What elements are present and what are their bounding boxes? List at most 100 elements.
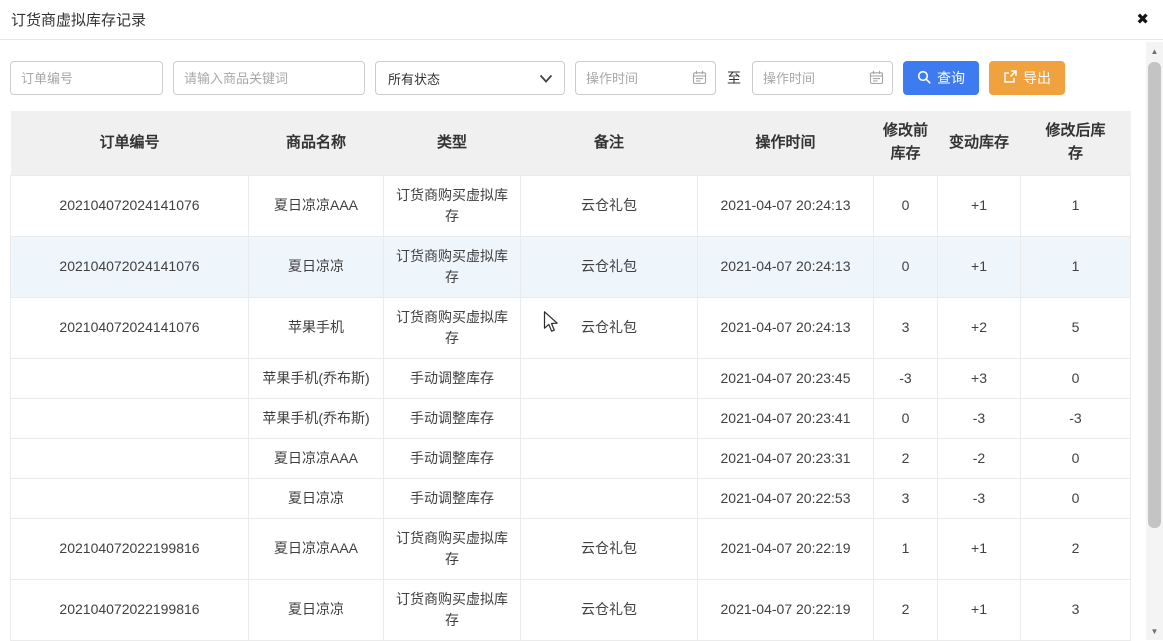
time-to-input[interactable]	[752, 61, 893, 95]
cell-type: 订货商购买虚拟库存	[384, 518, 521, 579]
cell-stock-change: +1	[938, 518, 1021, 579]
keyword-input[interactable]	[173, 61, 365, 95]
cell-product-name: 夏日凉凉	[249, 236, 384, 297]
cell-op-time: 2021-04-07 20:23:41	[698, 398, 874, 438]
header-op-time: 操作时间	[698, 111, 874, 175]
cell-stock-before: 3	[874, 478, 938, 518]
scrollbar-thumb[interactable]	[1148, 62, 1161, 528]
cell-remark: 云仓礼包	[521, 297, 698, 358]
export-button-label: 导出	[1023, 68, 1051, 88]
cell-stock-before: 2	[874, 438, 938, 478]
cell-op-time: 2021-04-07 20:23:31	[698, 438, 874, 478]
cell-stock-change: +3	[938, 358, 1021, 398]
cell-op-time: 2021-04-07 20:24:13	[698, 297, 874, 358]
order-no-input[interactable]	[10, 61, 163, 95]
search-icon	[917, 70, 931, 87]
cell-order-no	[11, 358, 249, 398]
cell-order-no: 202104072022199816	[11, 579, 249, 640]
cell-stock-after: 5	[1021, 297, 1131, 358]
header-stock-after: 修改后库存	[1021, 111, 1131, 175]
records-table: 订单编号 商品名称 类型 备注 操作时间 修改前库存 变动库存 修改后库存 20…	[10, 111, 1131, 641]
header-stock-change: 变动库存	[938, 111, 1021, 175]
dialog-titlebar: 订货商虚拟库存记录 ✖	[0, 0, 1163, 40]
cell-op-time: 2021-04-07 20:24:13	[698, 175, 874, 236]
cell-stock-change: +2	[938, 297, 1021, 358]
cell-remark: 云仓礼包	[521, 579, 698, 640]
header-order-no: 订单编号	[11, 111, 249, 175]
cell-remark: 云仓礼包	[521, 236, 698, 297]
cell-op-time: 2021-04-07 20:22:19	[698, 518, 874, 579]
export-button[interactable]: 导出	[989, 61, 1065, 95]
cell-stock-before: 3	[874, 297, 938, 358]
scroll-up-icon[interactable]: ▲	[1146, 43, 1163, 59]
cell-order-no: 202104072022199816	[11, 518, 249, 579]
cell-stock-after: 0	[1021, 358, 1131, 398]
cell-product-name: 苹果手机	[249, 297, 384, 358]
table-row: 202104072024141076苹果手机订货商购买虚拟库存云仓礼包2021-…	[11, 297, 1131, 358]
cell-stock-after: 1	[1021, 236, 1131, 297]
cell-op-time: 2021-04-07 20:24:13	[698, 236, 874, 297]
cell-product-name: 夏日凉凉	[249, 579, 384, 640]
cell-order-no: 202104072024141076	[11, 236, 249, 297]
cell-stock-after: 0	[1021, 478, 1131, 518]
scroll-down-icon[interactable]: ▼	[1146, 623, 1163, 639]
cell-stock-before: -3	[874, 358, 938, 398]
cell-remark	[521, 478, 698, 518]
records-table-wrap: 订单编号 商品名称 类型 备注 操作时间 修改前库存 变动库存 修改后库存 20…	[10, 111, 1153, 641]
cell-op-time: 2021-04-07 20:23:45	[698, 358, 874, 398]
cell-product-name: 夏日凉凉AAA	[249, 518, 384, 579]
to-label: 至	[726, 68, 742, 88]
cell-order-no: 202104072024141076	[11, 175, 249, 236]
time-from-input[interactable]	[575, 61, 716, 95]
chevron-down-icon	[540, 71, 552, 86]
status-select[interactable]: 所有状态	[375, 61, 565, 95]
cell-stock-before: 0	[874, 236, 938, 297]
cell-stock-after: 1	[1021, 175, 1131, 236]
table-row: 202104072022199816夏日凉凉AAA订货商购买虚拟库存云仓礼包20…	[11, 518, 1131, 579]
cell-stock-before: 0	[874, 398, 938, 438]
cell-op-time: 2021-04-07 20:22:53	[698, 478, 874, 518]
status-select-value: 所有状态	[388, 69, 440, 88]
close-icon[interactable]: ✖	[1136, 12, 1149, 27]
cell-product-name: 夏日凉凉AAA	[249, 438, 384, 478]
table-body: 202104072024141076夏日凉凉AAA订货商购买虚拟库存云仓礼包20…	[11, 175, 1131, 640]
table-row: 夏日凉凉AAA手动调整库存2021-04-07 20:23:312-20	[11, 438, 1131, 478]
table-row: 202104072024141076夏日凉凉订货商购买虚拟库存云仓礼包2021-…	[11, 236, 1131, 297]
cell-order-no	[11, 398, 249, 438]
export-icon	[1003, 70, 1017, 87]
cell-stock-change: +1	[938, 579, 1021, 640]
cell-stock-before: 1	[874, 518, 938, 579]
cell-stock-after: 0	[1021, 438, 1131, 478]
cell-product-name: 苹果手机(乔布斯)	[249, 398, 384, 438]
cell-stock-before: 0	[874, 175, 938, 236]
header-type: 类型	[384, 111, 521, 175]
cell-product-name: 苹果手机(乔布斯)	[249, 358, 384, 398]
cell-type: 手动调整库存	[384, 358, 521, 398]
table-row: 夏日凉凉手动调整库存2021-04-07 20:22:533-30	[11, 478, 1131, 518]
cell-op-time: 2021-04-07 20:22:19	[698, 579, 874, 640]
cell-stock-change: +1	[938, 236, 1021, 297]
cell-type: 手动调整库存	[384, 478, 521, 518]
table-row: 苹果手机(乔布斯)手动调整库存2021-04-07 20:23:410-3-3	[11, 398, 1131, 438]
cell-order-no	[11, 478, 249, 518]
cell-remark: 云仓礼包	[521, 175, 698, 236]
cell-type: 手动调整库存	[384, 398, 521, 438]
search-button[interactable]: 查询	[903, 61, 979, 95]
cell-type: 订货商购买虚拟库存	[384, 236, 521, 297]
cell-stock-after: 2	[1021, 518, 1131, 579]
vertical-scrollbar: ▲ ▼	[1146, 42, 1163, 640]
cell-stock-change: -2	[938, 438, 1021, 478]
table-row: 202104072022199816夏日凉凉订货商购买虚拟库存云仓礼包2021-…	[11, 579, 1131, 640]
table-header-row: 订单编号 商品名称 类型 备注 操作时间 修改前库存 变动库存 修改后库存	[11, 111, 1131, 175]
time-from-field	[575, 61, 716, 95]
filter-bar: 所有状态 至	[0, 40, 1163, 103]
cell-order-no: 202104072024141076	[11, 297, 249, 358]
header-remark: 备注	[521, 111, 698, 175]
cell-type: 订货商购买虚拟库存	[384, 297, 521, 358]
cell-stock-change: +1	[938, 175, 1021, 236]
cell-product-name: 夏日凉凉AAA	[249, 175, 384, 236]
cell-remark	[521, 398, 698, 438]
cell-remark	[521, 358, 698, 398]
cell-remark: 云仓礼包	[521, 518, 698, 579]
cell-type: 订货商购买虚拟库存	[384, 175, 521, 236]
